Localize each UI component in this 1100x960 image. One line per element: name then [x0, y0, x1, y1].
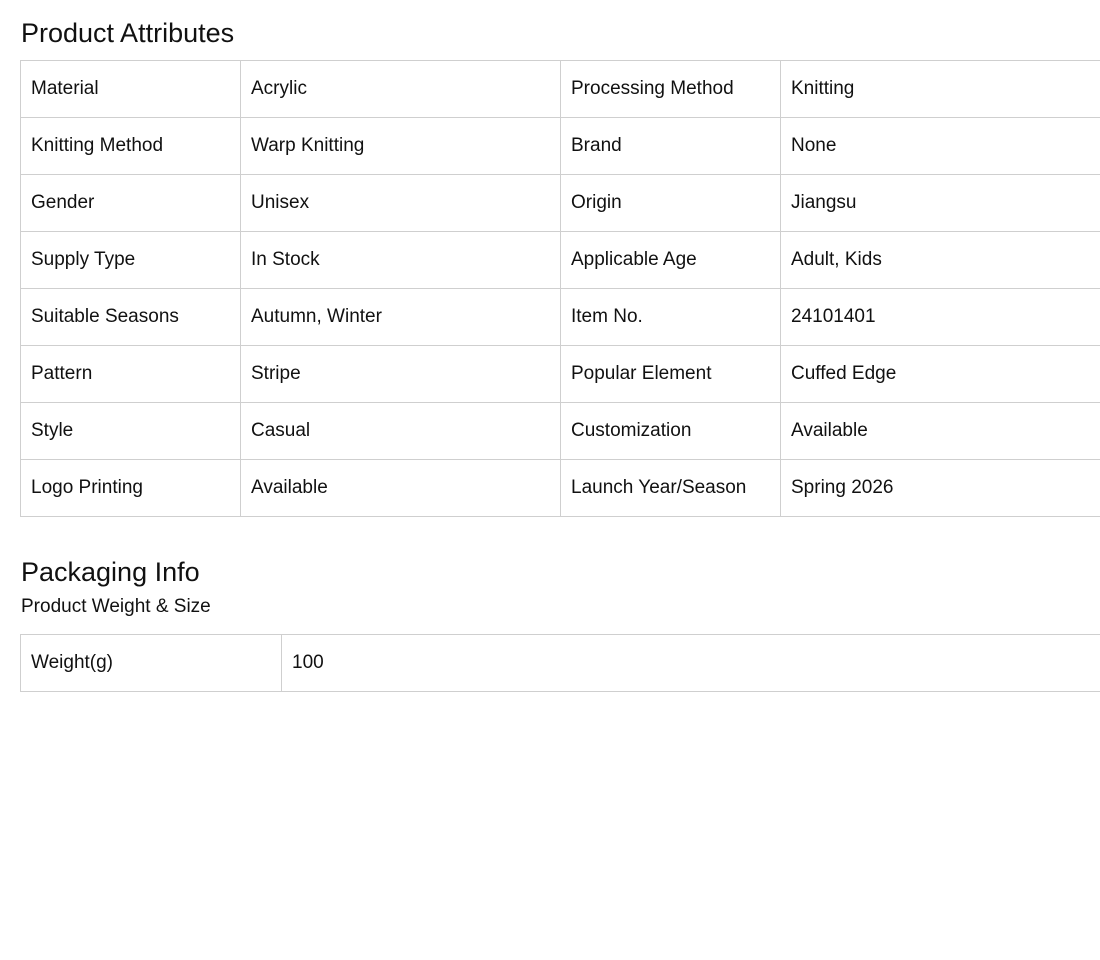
table-row: Weight(g) 100: [20, 634, 1100, 692]
attribute-label: Launch Year/Season: [560, 459, 781, 517]
attribute-value: None: [780, 117, 1100, 175]
table-row: Logo Printing Available Launch Year/Seas…: [20, 459, 1100, 517]
attribute-label: Supply Type: [20, 231, 241, 289]
attribute-value: Available: [780, 402, 1100, 460]
attribute-value: Unisex: [240, 174, 561, 232]
attribute-label: Pattern: [20, 345, 241, 403]
attribute-label: Popular Element: [560, 345, 781, 403]
attribute-label: Processing Method: [560, 60, 781, 118]
table-row: Supply Type In Stock Applicable Age Adul…: [20, 231, 1100, 289]
attribute-value: In Stock: [240, 231, 561, 289]
packaging-info-title: Packaging Info: [21, 557, 200, 587]
attribute-label: Customization: [560, 402, 781, 460]
attribute-label: Origin: [560, 174, 781, 232]
packaging-value: 100: [281, 634, 1100, 692]
attribute-value: Autumn, Winter: [240, 288, 561, 346]
table-row: Suitable Seasons Autumn, Winter Item No.…: [20, 288, 1100, 346]
attribute-label: Gender: [20, 174, 241, 232]
attribute-value: Stripe: [240, 345, 561, 403]
attribute-value: Available: [240, 459, 561, 517]
attribute-value: Adult, Kids: [780, 231, 1100, 289]
attribute-value: Spring 2026: [780, 459, 1100, 517]
table-row: Material Acrylic Processing Method Knitt…: [20, 60, 1100, 118]
attribute-value: Warp Knitting: [240, 117, 561, 175]
attribute-label: Logo Printing: [20, 459, 241, 517]
attribute-value: Cuffed Edge: [780, 345, 1100, 403]
table-row: Gender Unisex Origin Jiangsu: [20, 174, 1100, 232]
attribute-value: 24101401: [780, 288, 1100, 346]
packaging-label: Weight(g): [20, 634, 282, 692]
attribute-value: Knitting: [780, 60, 1100, 118]
attribute-value: Acrylic: [240, 60, 561, 118]
table-row: Style Casual Customization Available: [20, 402, 1100, 460]
product-attributes-title: Product Attributes: [21, 18, 235, 48]
packaging-info-subtitle: Product Weight & Size: [21, 596, 211, 617]
attribute-label: Applicable Age: [560, 231, 781, 289]
table-row: Pattern Stripe Popular Element Cuffed Ed…: [20, 345, 1100, 403]
attribute-label: Brand: [560, 117, 781, 175]
attribute-value: Casual: [240, 402, 561, 460]
attribute-value: Jiangsu: [780, 174, 1100, 232]
table-row: Knitting Method Warp Knitting Brand None: [20, 117, 1100, 175]
packaging-info-table: Weight(g) 100: [20, 634, 1100, 692]
attribute-label: Item No.: [560, 288, 781, 346]
attribute-label: Suitable Seasons: [20, 288, 241, 346]
attribute-label: Knitting Method: [20, 117, 241, 175]
product-attributes-table: Material Acrylic Processing Method Knitt…: [20, 60, 1100, 517]
attribute-label: Material: [20, 60, 241, 118]
attribute-label: Style: [20, 402, 241, 460]
